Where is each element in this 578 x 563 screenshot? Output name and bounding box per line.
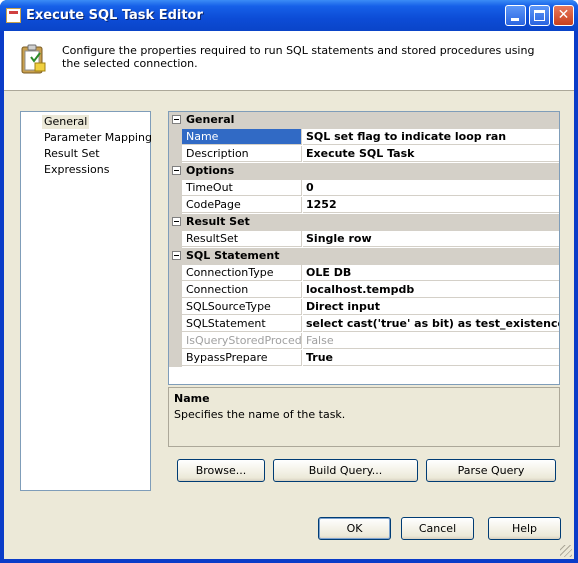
row-gutter <box>169 146 182 163</box>
row-gutter <box>169 197 182 214</box>
description-text: Specifies the name of the task. <box>174 408 346 421</box>
property-row-sqlstatement[interactable]: SQLStatement select cast('true' as bit) … <box>169 316 559 333</box>
description-title: Name <box>174 392 210 405</box>
category-result-set[interactable]: Result Set <box>169 214 559 231</box>
header-description: Configure the properties required to run… <box>62 44 535 70</box>
resize-grip-icon[interactable] <box>560 545 572 557</box>
row-gutter <box>169 333 182 350</box>
category-label: Result Set <box>186 215 250 228</box>
property-row-timeout[interactable]: TimeOut 0 <box>169 180 559 197</box>
property-name: Connection <box>182 282 302 298</box>
minimize-button[interactable] <box>505 5 526 26</box>
nav-item-parameter-mapping[interactable]: Parameter Mapping <box>44 131 152 145</box>
category-general[interactable]: General <box>169 112 559 129</box>
category-label: SQL Statement <box>186 249 280 262</box>
row-gutter <box>169 350 182 367</box>
dialog-window: Execute SQL Task Editor ✕ Configure the … <box>0 0 578 563</box>
property-name: BypassPrepare <box>182 350 302 366</box>
property-value[interactable]: 1252 <box>303 197 559 213</box>
browse-button[interactable]: Browse... <box>177 459 265 482</box>
property-row-codepage[interactable]: CodePage 1252 <box>169 197 559 214</box>
collapse-icon[interactable] <box>172 166 181 175</box>
property-row-isquerystoredprocedure: IsQueryStoredProcedur False <box>169 333 559 350</box>
maximize-button[interactable] <box>529 5 550 26</box>
close-icon: ✕ <box>557 7 570 23</box>
property-value[interactable]: SQL set flag to indicate loop ran <box>303 129 559 145</box>
property-value[interactable]: localhost.tempdb <box>303 282 559 298</box>
property-name: SQLSourceType <box>182 299 302 315</box>
row-gutter <box>169 180 182 197</box>
cancel-button[interactable]: Cancel <box>401 517 474 540</box>
row-gutter <box>169 129 182 146</box>
property-value: False <box>303 333 559 349</box>
category-label: Options <box>186 164 235 177</box>
property-grid: General Name SQL set flag to indicate lo… <box>168 111 560 385</box>
maximize-icon <box>534 10 545 21</box>
property-value[interactable]: Execute SQL Task <box>303 146 559 162</box>
help-button[interactable]: Help <box>488 517 561 540</box>
dialog-header: Configure the properties required to run… <box>4 31 574 91</box>
app-icon <box>6 8 21 23</box>
property-name: ConnectionType <box>182 265 302 281</box>
property-row-bypassprepare[interactable]: BypassPrepare True <box>169 350 559 367</box>
nav-item-expressions[interactable]: Expressions <box>44 163 109 177</box>
row-gutter <box>169 316 182 333</box>
category-sql-statement[interactable]: SQL Statement <box>169 248 559 265</box>
page-navigation-list: General Parameter Mapping Result Set Exp… <box>20 111 152 491</box>
build-query-button[interactable]: Build Query... <box>273 459 418 482</box>
parse-query-button[interactable]: Parse Query <box>426 459 556 482</box>
sql-task-clipboard-icon <box>19 43 49 75</box>
property-row-name[interactable]: Name SQL set flag to indicate loop ran <box>169 129 559 146</box>
category-options[interactable]: Options <box>169 163 559 180</box>
dialog-client-area: Configure the properties required to run… <box>4 31 574 559</box>
property-name: SQLStatement <box>182 316 302 332</box>
property-name: Description <box>182 146 302 162</box>
category-label: General <box>186 113 235 126</box>
property-row-description[interactable]: Description Execute SQL Task <box>169 146 559 163</box>
collapse-icon[interactable] <box>172 115 181 124</box>
row-gutter <box>169 231 182 248</box>
property-name: ResultSet <box>182 231 302 247</box>
property-row-sqlsourcetype[interactable]: SQLSourceType Direct input <box>169 299 559 316</box>
property-description-panel: Name Specifies the name of the task. <box>168 387 560 447</box>
property-name: CodePage <box>182 197 302 213</box>
nav-item-general[interactable]: General <box>42 115 90 129</box>
property-value[interactable]: select cast('true' as bit) as test_exist… <box>303 316 559 332</box>
property-row-connectiontype[interactable]: ConnectionType OLE DB <box>169 265 559 282</box>
property-value[interactable]: OLE DB <box>303 265 559 281</box>
window-title: Execute SQL Task Editor <box>26 8 203 23</box>
property-name: Name <box>182 129 302 145</box>
row-gutter <box>169 265 182 282</box>
collapse-icon[interactable] <box>172 217 181 226</box>
nav-item-result-set[interactable]: Result Set <box>44 147 100 161</box>
property-name: IsQueryStoredProcedur <box>182 333 302 349</box>
row-gutter <box>169 299 182 316</box>
row-gutter <box>169 282 182 299</box>
property-row-resultset[interactable]: ResultSet Single row <box>169 231 559 248</box>
property-row-connection[interactable]: Connection localhost.tempdb <box>169 282 559 299</box>
property-name: TimeOut <box>182 180 302 196</box>
property-value[interactable]: 0 <box>303 180 559 196</box>
property-value[interactable]: Direct input <box>303 299 559 315</box>
ok-button[interactable]: OK <box>318 517 391 540</box>
close-button[interactable]: ✕ <box>553 5 574 26</box>
property-value[interactable]: Single row <box>303 231 559 247</box>
minimize-icon <box>511 18 519 21</box>
property-value[interactable]: True <box>303 350 559 366</box>
title-bar[interactable]: Execute SQL Task Editor ✕ <box>0 0 578 31</box>
collapse-icon[interactable] <box>172 251 181 260</box>
